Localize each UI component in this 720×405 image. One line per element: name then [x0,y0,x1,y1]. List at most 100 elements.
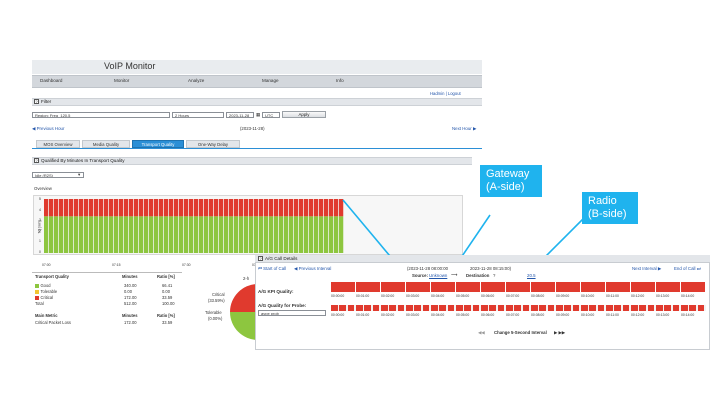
probe-segment[interactable] [589,305,597,311]
kpi-segment[interactable] [506,282,530,292]
probe-segment[interactable] [531,305,538,311]
probe-segment[interactable] [656,305,663,311]
source-value[interactable]: Unknown [429,273,447,278]
probe-segment[interactable] [639,305,647,311]
kpi-segment[interactable] [656,282,680,292]
probe-segment[interactable] [464,305,472,311]
destination-value[interactable]: 20.5 [527,273,536,278]
start-of-call-link[interactable]: ⏮ Start of Call [258,266,286,271]
probe-segment[interactable] [606,305,613,311]
time-tick-label: 00:03:00 [406,313,420,317]
help-icon[interactable]: ? [258,256,263,262]
probe-segment[interactable] [372,305,380,311]
probe-segment[interactable] [497,305,505,311]
probe-segment[interactable] [556,305,563,311]
time-tick-label: 00:07:00 [506,294,520,298]
probe-strip [331,305,706,311]
kpi-segment[interactable] [556,282,580,292]
probe-segment[interactable] [514,305,522,311]
probe-segment[interactable] [489,305,497,311]
change-interval-label: Change 5-Second Interval [494,330,547,335]
probe-segment[interactable] [347,305,355,311]
ag-panel-bar: ? A/G Call Details [255,255,710,263]
probe-segment[interactable] [697,305,705,311]
probe-segment[interactable] [647,305,655,311]
kpi-segment[interactable] [381,282,405,292]
time-tick-label: 00:09:00 [556,313,570,317]
kpi-segment[interactable] [356,282,380,292]
probe-segment[interactable] [331,305,338,311]
probe-segment[interactable] [414,305,422,311]
probe-segment[interactable] [522,305,530,311]
probe-segment[interactable] [422,305,430,311]
kpi-segment[interactable] [481,282,505,292]
time-tick-label: 00:13:00 [656,294,670,298]
end-time: 2023-11-28 08:15:00) [470,266,512,271]
time-tick-label: 00:13:00 [656,313,670,317]
kpi-segment[interactable] [531,282,555,292]
probe-segment[interactable] [689,305,697,311]
arrow-right-icon: ⟶ [451,272,458,277]
probe-segment[interactable] [356,305,363,311]
probe-segment[interactable] [581,305,588,311]
probe-segment[interactable] [664,305,672,311]
probe-segment[interactable] [672,305,680,311]
time-tick-label: 00:08:00 [531,294,545,298]
probe-segment[interactable] [564,305,572,311]
probe-segment[interactable] [622,305,630,311]
probe-segment[interactable] [339,305,347,311]
probe-segment[interactable] [614,305,622,311]
radio-callout: Radio (B-side) [582,192,638,224]
end-of-call-label: End of Call [674,266,696,271]
kpi-segment[interactable] [456,282,480,292]
time-tick-label: 00:10:00 [581,294,595,298]
probe-segment[interactable] [631,305,638,311]
kpi-segment[interactable] [331,282,355,292]
time-tick-label: 00:11:00 [606,294,619,298]
destination-help-icon[interactable]: ? [493,273,495,278]
probe-segment[interactable] [381,305,388,311]
time-tick-label: 00:08:00 [531,313,545,317]
next-5s-icon[interactable]: ▶ ▶▶ [554,330,565,336]
kpi-strip [331,282,706,292]
destination-label: Destination [466,273,490,278]
time-tick-label: 00:01:00 [356,313,370,317]
probe-segment[interactable] [681,305,688,311]
prev-5s-icon[interactable]: ◀◀ [478,330,485,336]
time-tick-label: 00:06:00 [481,313,495,317]
next-interval-label: Next Interval [632,266,657,271]
ag-panel-title: A/G Call Details [265,256,298,261]
probe-segment[interactable] [572,305,580,311]
time-tick-label: 00:14:00 [681,294,695,298]
probe-segment[interactable] [506,305,513,311]
time-tick-label: 00:02:00 [381,313,395,317]
probe-segment[interactable] [472,305,480,311]
time-tick-label: 00:05:00 [456,313,470,317]
probe-segment[interactable] [389,305,397,311]
time-tick-label: 00:09:00 [556,294,570,298]
probe-segment[interactable] [406,305,413,311]
probe-segment[interactable] [456,305,463,311]
probe-segment[interactable] [397,305,405,311]
probe-segment[interactable] [439,305,447,311]
probe-segment[interactable] [481,305,488,311]
probe-segment[interactable] [597,305,605,311]
next-interval-link[interactable]: Next Interval ▶ [632,266,661,272]
time-tick-label: 00:01:00 [356,294,370,298]
probe-segment[interactable] [364,305,372,311]
probe-segment[interactable] [431,305,438,311]
kpi-segment[interactable] [606,282,630,292]
previous-interval-link[interactable]: ◀ Previous Interval [294,266,331,272]
kpi-segment[interactable] [631,282,655,292]
probe-segment[interactable] [447,305,455,311]
kpi-segment[interactable] [406,282,430,292]
probe-select[interactable]: avpe prob [258,310,326,316]
kpi-segment[interactable] [431,282,455,292]
end-of-call-link[interactable]: End of Call ⏭ [674,266,701,271]
kpi-segment[interactable] [581,282,605,292]
time-tick-label: 00:00:00 [331,313,345,317]
time-tick-label: 00:07:00 [506,313,520,317]
probe-segment[interactable] [547,305,555,311]
kpi-segment[interactable] [681,282,705,292]
probe-segment[interactable] [539,305,547,311]
